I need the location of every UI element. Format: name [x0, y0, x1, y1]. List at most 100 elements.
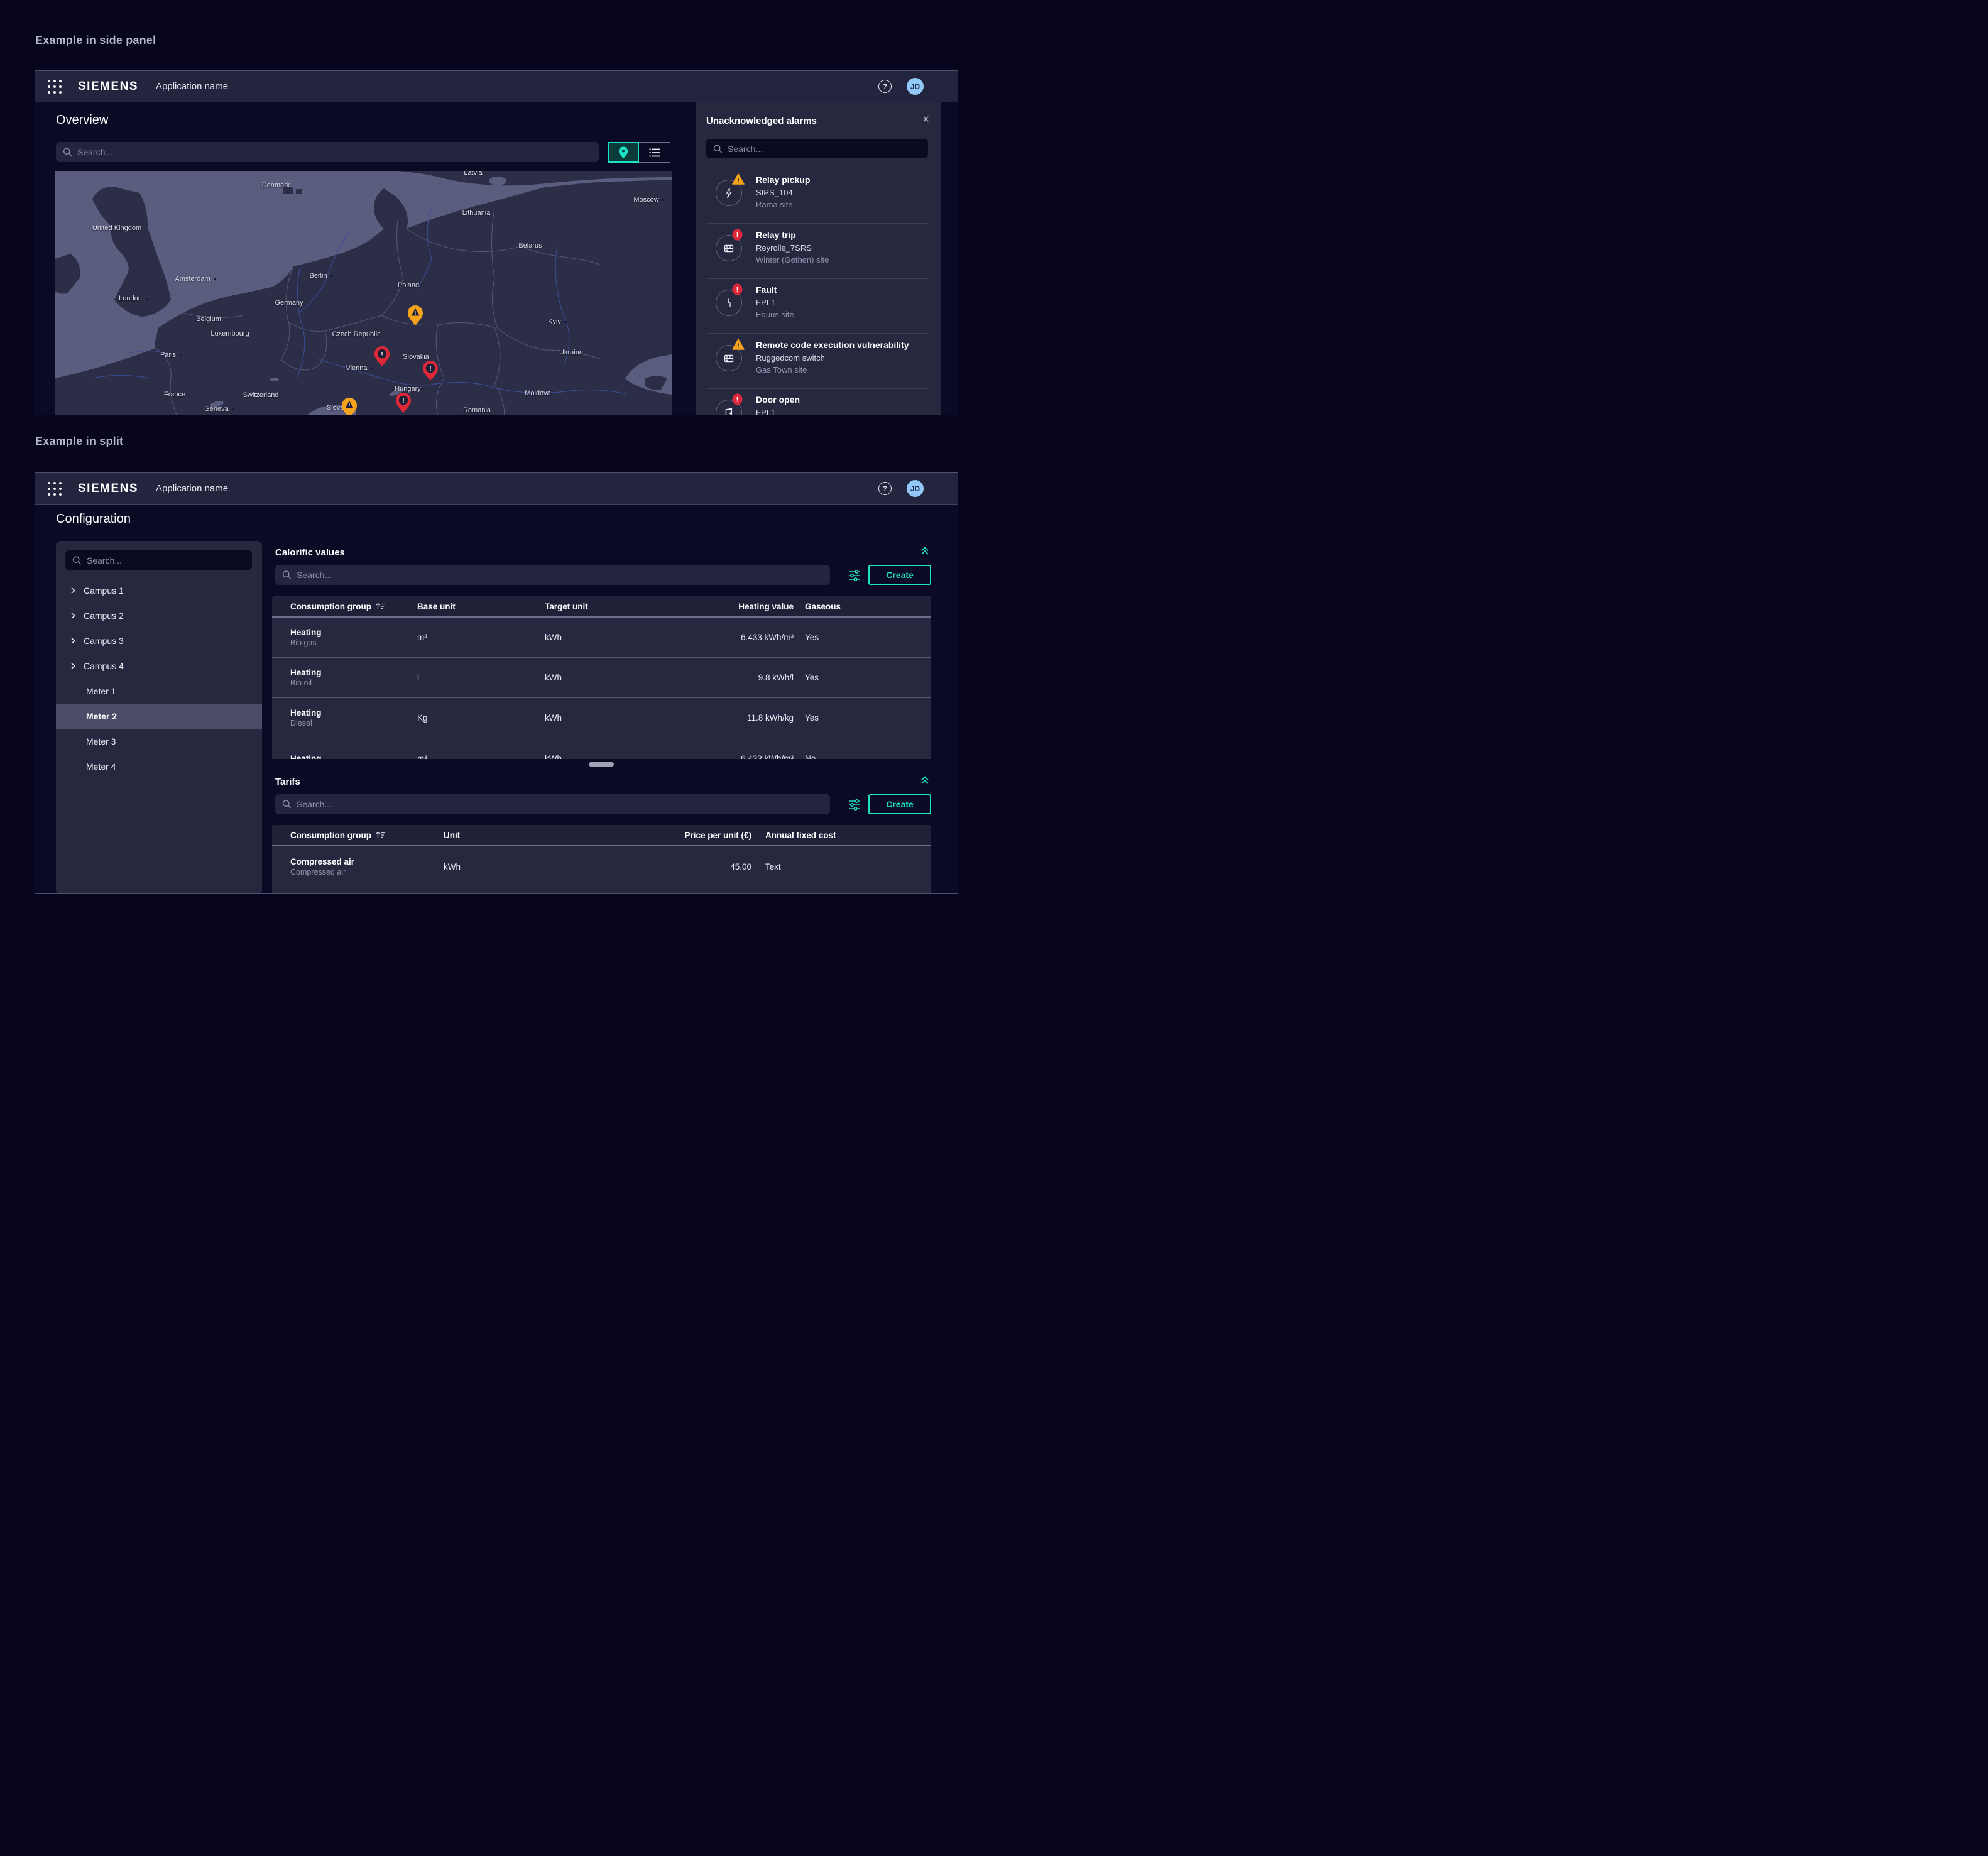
europe-map[interactable]: LatviaDenmarkMoscowLithuaniaUnited Kingd…: [55, 171, 672, 415]
alarms-search-input[interactable]: [706, 139, 928, 158]
table-cell: kWh: [545, 633, 724, 642]
alarm-title: Door open: [756, 395, 800, 405]
table-cell: No: [794, 754, 931, 760]
calorific-search: [275, 565, 830, 585]
list-icon: [649, 148, 660, 158]
map-pin-icon: [618, 146, 628, 159]
map-pin-critical-icon[interactable]: !: [395, 392, 412, 413]
table-row[interactable]: Compressed airCompressed airkWh45.00Text: [272, 846, 931, 887]
filter-icon[interactable]: [847, 568, 862, 583]
column-header-base-unit[interactable]: Base unit: [417, 602, 545, 611]
table-cell: m³: [417, 754, 545, 760]
search-icon: [72, 555, 82, 565]
search-icon: [63, 148, 72, 157]
sidebar-item-meter-2[interactable]: Meter 2: [56, 704, 262, 729]
asset-tree: Campus 1 Campus 2 Campus 3 Campus 4 Meter 1 M…: [56, 578, 262, 779]
sidebar-item-meter-3[interactable]: Meter 3: [56, 729, 262, 754]
table-cell: kWh: [444, 862, 638, 871]
close-icon[interactable]: ✕: [922, 114, 930, 125]
alarms-search: [706, 139, 928, 158]
column-header-annual-fixed-cost[interactable]: Annual fixed cost: [751, 831, 931, 840]
tarifs-search-input[interactable]: [275, 794, 830, 814]
tree-item-label: Campus 4: [84, 661, 124, 671]
alarm-site: Equus site: [756, 310, 794, 319]
avatar[interactable]: JD: [907, 78, 924, 95]
column-header-consumption-group[interactable]: Consumption group: [272, 602, 417, 611]
consumption-group-cell: Heating: [272, 753, 417, 760]
collapse-icon[interactable]: [919, 544, 931, 557]
sidebar-item-campus-4[interactable]: Campus 4: [56, 653, 262, 679]
window-configuration: SIEMENS Application name ? JD Configurat…: [35, 472, 958, 894]
map-view-button[interactable]: [608, 142, 639, 163]
view-toggle: [608, 142, 670, 163]
column-header-unit[interactable]: Unit: [444, 831, 638, 840]
table-cell: 6.433 kWh/m³: [724, 633, 794, 642]
table-row[interactable]: Heatingm³kWh6.433 kWh/m³No: [272, 738, 931, 759]
alarm-item[interactable]: !Relay tripReyrolle_7SRSWinter (Gethen) …: [696, 224, 941, 279]
sort-icon[interactable]: [376, 831, 385, 839]
app-launcher-icon[interactable]: [48, 482, 62, 496]
map-pin-critical-icon[interactable]: !: [422, 360, 439, 381]
alarm-item[interactable]: !Door openFPI 1: [696, 388, 941, 415]
calorific-search-input[interactable]: [275, 565, 830, 585]
column-header-price-per-unit-[interactable]: Price per unit (€): [638, 831, 751, 840]
svg-text:!: !: [402, 398, 404, 405]
sidebar-search: [65, 550, 252, 570]
alarm-item[interactable]: !Relay pickupSIPS_104Rama site: [696, 168, 941, 224]
alarm-item[interactable]: !Remote code execution vulnerabilityRugg…: [696, 334, 941, 389]
chevron-right-icon[interactable]: [70, 638, 76, 644]
map-pin-critical-icon[interactable]: !: [374, 346, 390, 367]
overview-search-input[interactable]: [56, 142, 599, 162]
chevron-right-icon[interactable]: [70, 613, 76, 619]
table-row[interactable]: HeatingBio oillkWh9.8 kWh/lYes: [272, 658, 931, 698]
example-side-panel-label: Example in side panel: [35, 34, 156, 47]
consumption-group-cell: HeatingBio oil: [272, 667, 417, 688]
create-button[interactable]: Create: [868, 794, 931, 814]
app-launcher-icon[interactable]: [48, 80, 62, 94]
svg-text:!: !: [737, 342, 739, 349]
map-pin-warning-icon[interactable]: !: [341, 397, 358, 415]
table-cell: 6.433 kWh/m³: [724, 754, 794, 760]
sidebar-item-campus-1[interactable]: Campus 1: [56, 578, 262, 603]
sidebar-search-input[interactable]: [65, 550, 252, 570]
sidebar-item-campus-2[interactable]: Campus 2: [56, 603, 262, 628]
help-icon[interactable]: ?: [878, 80, 892, 93]
chevron-right-icon[interactable]: [70, 663, 76, 669]
sidebar-item-campus-3[interactable]: Campus 3: [56, 628, 262, 653]
table-cell: kWh: [545, 754, 724, 760]
sort-icon[interactable]: [376, 602, 385, 611]
column-header-consumption-group[interactable]: Consumption group: [272, 831, 444, 840]
column-header-gaseous[interactable]: Gaseous: [794, 602, 931, 611]
calorific-table: Consumption groupBase unitTarget unitHea…: [272, 596, 931, 759]
svg-text:!: !: [736, 231, 739, 239]
table-cell: 45.00: [638, 862, 751, 871]
filter-icon[interactable]: [847, 797, 862, 812]
chevron-right-icon[interactable]: [70, 587, 76, 594]
tree-item-label: Meter 2: [86, 711, 117, 721]
alarm-item[interactable]: !FaultFPI 1Equus site: [696, 278, 941, 334]
svg-text:!: !: [349, 403, 351, 408]
sidebar-item-meter-1[interactable]: Meter 1: [56, 679, 262, 704]
table-row[interactable]: HeatingDieselKgkWh11.8 kWh/kgYes: [272, 698, 931, 738]
column-header-heating-value[interactable]: Heating value: [724, 602, 794, 611]
help-icon[interactable]: ?: [878, 482, 892, 495]
map-pin-warning-icon[interactable]: !: [407, 305, 423, 326]
table-row[interactable]: HeatingBio gasm³kWh6.433 kWh/m³Yes: [272, 618, 931, 658]
app-header: SIEMENS Application name ? JD: [35, 473, 958, 505]
list-view-button[interactable]: [639, 142, 670, 163]
svg-text:!: !: [381, 351, 383, 358]
column-header-target-unit[interactable]: Target unit: [545, 602, 724, 611]
alarm-title: Relay pickup: [756, 175, 810, 185]
table-cell: 11.8 kWh/kg: [724, 713, 794, 723]
create-button[interactable]: Create: [868, 565, 931, 585]
table-cell: Kg: [417, 713, 545, 723]
unacknowledged-alarms-panel: Unacknowledged alarms ✕ !Relay pickupSIP…: [696, 102, 941, 415]
collapse-icon[interactable]: [919, 773, 931, 786]
avatar[interactable]: JD: [907, 480, 924, 497]
svg-text:!: !: [736, 396, 739, 404]
horizontal-scrollbar[interactable]: [589, 762, 614, 767]
sidebar-item-meter-4[interactable]: Meter 4: [56, 754, 262, 779]
critical-badge: !: [732, 283, 743, 298]
warning-badge: !: [732, 339, 745, 353]
tree-item-label: Campus 2: [84, 611, 124, 621]
